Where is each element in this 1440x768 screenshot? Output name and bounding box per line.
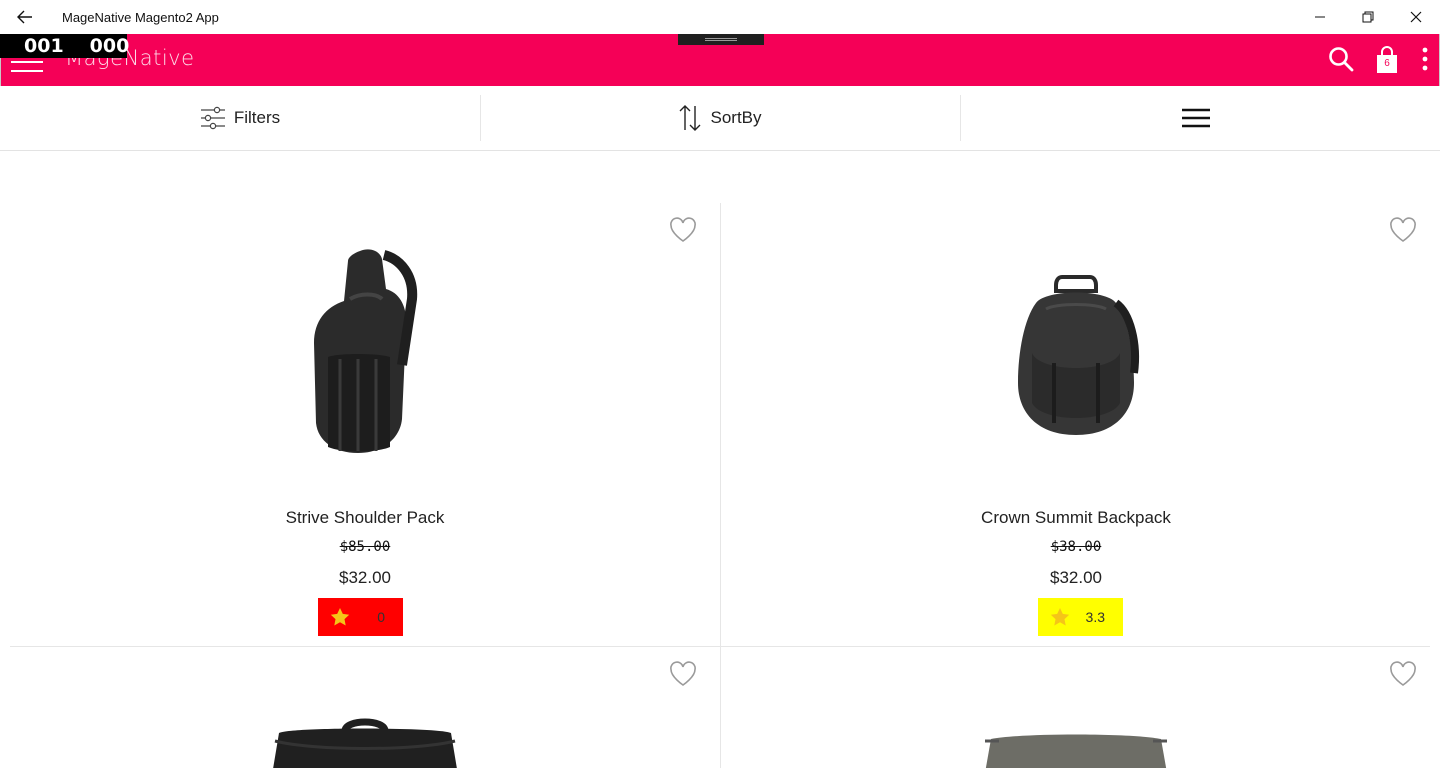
heart-icon — [670, 661, 696, 686]
counter-left: 001 — [24, 35, 64, 57]
sling-backpack-image — [314, 249, 418, 453]
sortby-label: SortBy — [710, 108, 762, 127]
window-titlebar: MageNative Magento2 App — [0, 0, 1440, 34]
heart-icon — [670, 217, 696, 242]
more-options-button[interactable] — [1419, 45, 1431, 73]
product-price: $32.00 — [339, 568, 391, 587]
rating-value: 0 — [377, 609, 385, 625]
counter-right: 000 — [89, 35, 130, 57]
listing-toolbar: Filters SortBy — [0, 86, 1440, 151]
drag-handle[interactable] — [678, 34, 764, 45]
filters-label: Filters — [233, 108, 281, 127]
product-card[interactable] — [721, 647, 1431, 768]
product-price: $32.00 — [1050, 568, 1102, 587]
filters-button[interactable]: Filters — [0, 86, 480, 150]
product-name[interactable]: Strive Shoulder Pack — [10, 508, 720, 528]
sort-arrows-icon — [679, 105, 701, 131]
wishlist-button[interactable] — [669, 661, 697, 687]
frame-counter: 001 000 — [0, 34, 130, 58]
product-image[interactable] — [10, 711, 720, 768]
more-vertical-icon — [1422, 47, 1428, 71]
arrow-left-icon — [17, 10, 32, 24]
product-image[interactable] — [721, 733, 1431, 768]
product-card[interactable] — [10, 647, 720, 768]
wishlist-button[interactable] — [1389, 661, 1417, 687]
minimize-icon — [1315, 16, 1325, 18]
rating-badge: 3.3 — [1038, 598, 1123, 636]
window-title: MageNative Magento2 App — [62, 9, 219, 25]
sortby-button[interactable]: SortBy — [480, 86, 960, 150]
product-card[interactable]: Strive Shoulder Pack $85.00 $32.00 0 — [10, 203, 720, 646]
restore-icon — [1362, 11, 1374, 23]
search-button[interactable] — [1327, 45, 1355, 73]
rating-badge: 0 — [318, 598, 403, 636]
star-icon — [330, 608, 350, 626]
search-icon — [1329, 47, 1354, 72]
list-view-icon — [1182, 108, 1210, 128]
app-header: MageNative 6 — [0, 34, 1440, 86]
cart-button[interactable]: 6 — [1375, 45, 1399, 75]
cart-count-badge: 6 — [1384, 58, 1390, 69]
restore-button[interactable] — [1344, 0, 1392, 34]
product-image[interactable] — [721, 273, 1431, 438]
product-name[interactable]: Crown Summit Backpack — [721, 508, 1431, 528]
back-button[interactable] — [0, 0, 50, 34]
heart-icon — [1390, 661, 1416, 686]
product-image[interactable] — [10, 247, 720, 467]
product-old-price: $85.00 — [339, 539, 391, 555]
wishlist-button[interactable] — [669, 217, 697, 243]
heart-icon — [1390, 217, 1416, 242]
view-mode-button[interactable] — [960, 86, 1440, 150]
sliders-icon — [200, 106, 225, 130]
close-window-button[interactable] — [1392, 0, 1440, 34]
product-card[interactable]: Crown Summit Backpack $38.00 $32.00 3.3 — [721, 203, 1431, 646]
backpack-image — [1018, 275, 1139, 435]
messenger-bag-image — [273, 718, 457, 768]
close-icon — [1410, 11, 1422, 23]
minimize-button[interactable] — [1296, 0, 1344, 34]
rating-value: 3.3 — [1085, 609, 1105, 625]
star-icon — [1050, 608, 1070, 626]
product-old-price: $38.00 — [1050, 539, 1102, 555]
laptop-bag-image — [985, 734, 1167, 768]
wishlist-button[interactable] — [1389, 217, 1417, 243]
